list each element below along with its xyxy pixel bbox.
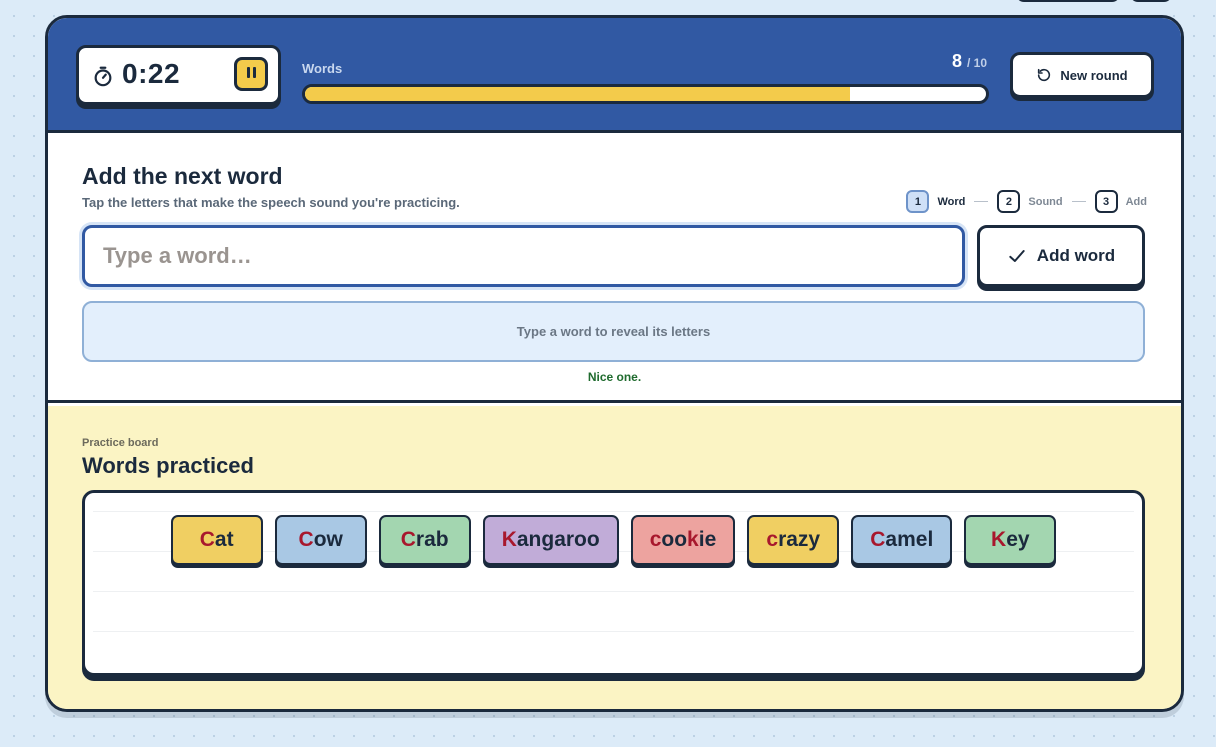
word-chip-list: Cat Cow Crab Kangaroo c oo k ie c razy Camel… — [85, 515, 1142, 565]
word-input[interactable] — [82, 225, 965, 287]
top-toolbar-button[interactable] — [1130, 0, 1172, 2]
word-chip[interactable]: Crab — [378, 515, 471, 565]
timer-value: 0:22 — [122, 58, 181, 89]
compose-subtitle: Tap the letters that make the speech sou… — [82, 195, 460, 210]
board-eyebrow: Practice board — [82, 437, 159, 449]
feedback-message: Nice one. — [587, 370, 642, 384]
step-1-number: 1 — [906, 190, 930, 213]
word-chip[interactable]: Kangaroo — [482, 515, 619, 565]
progress-bar — [302, 84, 989, 104]
timer: 0:22 — [76, 45, 281, 105]
letters-panel: Type a word to reveal its letters — [82, 301, 1145, 362]
compose-section: Add the next word Tap the letters that m… — [48, 133, 1181, 403]
step-2-number: 2 — [997, 190, 1021, 213]
board-title: Words practiced — [82, 453, 254, 478]
app-window: 0:22 Words 8 / 10 New round Add the next… — [45, 15, 1184, 712]
step-3-label: Add — [1125, 195, 1147, 208]
add-word-button[interactable]: Add word — [977, 225, 1145, 287]
new-round-label: New round — [1060, 67, 1128, 83]
word-chip[interactable]: c oo k ie — [630, 515, 736, 565]
progress-current: 8 — [951, 51, 962, 71]
word-chip[interactable]: Camel — [851, 515, 953, 565]
step-3-number: 3 — [1094, 190, 1118, 213]
word-chip[interactable]: Cow — [274, 515, 367, 565]
step-separator — [974, 201, 989, 202]
header-bar: 0:22 Words 8 / 10 New round — [48, 18, 1181, 133]
progress-fill — [305, 87, 850, 101]
step-1-label: Word — [937, 195, 966, 208]
top-toolbar-button[interactable] — [1016, 0, 1120, 2]
letters-hint: Type a word to reveal its letters — [516, 324, 711, 339]
restart-icon — [1038, 68, 1051, 82]
progress-total: / 10 — [966, 56, 987, 70]
word-chip[interactable]: c razy — [747, 515, 840, 565]
progress-count: 8 / 10 — [952, 51, 987, 72]
step-2-label: Sound — [1028, 195, 1063, 208]
check-icon — [1009, 250, 1025, 262]
board-rule-line — [93, 511, 1134, 512]
new-round-button[interactable]: New round — [1010, 52, 1154, 98]
word-board: Cat Cow Crab Kangaroo c oo k ie c razy Camel… — [82, 490, 1145, 676]
word-chip[interactable]: Cat — [170, 515, 263, 565]
practice-board-section: Practice board Words practiced Cat Cow C… — [48, 406, 1181, 709]
pause-button[interactable] — [234, 57, 268, 91]
pause-icon — [245, 65, 257, 83]
board-rule-line — [93, 631, 1134, 632]
progress-label: Words — [302, 61, 343, 76]
step-separator — [1071, 201, 1086, 202]
word-chip[interactable]: Key — [964, 515, 1057, 565]
board-rule-line — [93, 591, 1134, 592]
compose-title: Add the next word — [82, 163, 283, 189]
step-indicator: 1 Word 2 Sound 3 Add — [906, 190, 1147, 213]
add-word-label: Add word — [1036, 246, 1116, 265]
stopwatch-icon — [94, 66, 112, 87]
